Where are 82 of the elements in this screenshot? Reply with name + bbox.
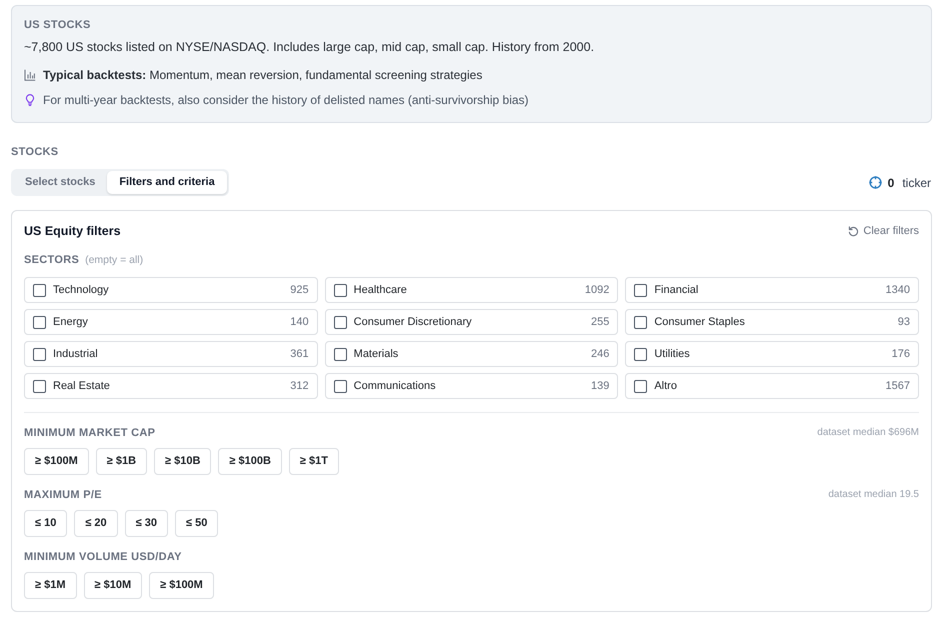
tab[interactable]: Filters and criteria — [107, 171, 227, 194]
filter-option[interactable]: ≤ 50 — [175, 510, 218, 537]
ticker-count: 0 — [888, 174, 894, 190]
sector-option[interactable]: Consumer Discretionary 255 — [324, 309, 618, 335]
filter-option[interactable]: ≥ $10B — [154, 448, 212, 475]
filter-option[interactable]: ≤ 10 — [24, 510, 68, 537]
tab[interactable]: Select stocks — [13, 171, 108, 194]
section-label: STOCKS — [11, 145, 58, 159]
median-note: dataset median $696M — [817, 426, 919, 440]
checkbox[interactable] — [334, 348, 347, 360]
sector-option[interactable]: Consumer Staples 93 — [625, 309, 919, 335]
filter-option[interactable]: ≥ $1M — [24, 572, 76, 599]
sector-count: 255 — [590, 315, 610, 329]
sector-name: Consumer Staples — [654, 315, 745, 329]
checkbox[interactable] — [33, 348, 46, 360]
checkbox[interactable] — [634, 316, 648, 328]
filter-option[interactable]: ≥ $100M — [149, 572, 214, 599]
checkbox[interactable] — [634, 284, 648, 296]
sector-option[interactable]: Real Estate 312 — [24, 373, 318, 399]
checkbox[interactable] — [334, 316, 347, 328]
clear-filters-button[interactable]: Clear filters — [848, 224, 919, 238]
sector-name: Healthcare — [354, 283, 407, 297]
filter-option[interactable]: ≥ $100B — [218, 448, 282, 475]
sector-count: 139 — [590, 379, 610, 393]
filter-option[interactable]: ≥ $1B — [96, 448, 148, 475]
lightbulb-icon — [24, 94, 36, 106]
note-text: Typical backtests: Momentum, mean reversion, fundamental screening strategies — [43, 67, 482, 84]
sector-name: Utilities — [654, 347, 690, 361]
sector-option[interactable]: Industrial 361 — [24, 341, 318, 367]
section-label: MINIMUM VOLUME USD/DAY — [24, 550, 182, 564]
filter-option[interactable]: ≤ 20 — [74, 510, 118, 537]
sector-option[interactable]: Altro 1567 — [625, 373, 919, 399]
sector-option[interactable]: Healthcare 1092 — [324, 277, 618, 303]
card-title: US STOCKS — [24, 18, 91, 32]
checkbox[interactable] — [334, 284, 347, 296]
sector-count: 361 — [290, 347, 309, 361]
filter-option[interactable]: ≥ $100M — [24, 448, 89, 475]
sector-name: Financial — [654, 283, 698, 297]
sector-name: Consumer Discretionary — [354, 315, 472, 329]
tip-text: For multi-year backtests, also consider the history of delisted names (anti-survivorship bias) — [43, 92, 529, 109]
section-label: SECTORS — [24, 253, 80, 267]
ticker-label: ticker — [902, 174, 931, 190]
card-title: US Equity filters — [24, 223, 121, 239]
description-text: ~7,800 US stocks listed on NYSE/NASDAQ. Includes large cap, mid cap, small cap. History from 2000. — [24, 39, 594, 56]
checkbox[interactable] — [334, 380, 347, 392]
sector-name: Materials — [354, 347, 398, 361]
filter-option[interactable]: ≥ $1T — [288, 448, 339, 475]
sector-count: 312 — [290, 379, 309, 393]
sector-name: Altro — [654, 379, 677, 393]
sector-count: 925 — [290, 283, 309, 297]
checkbox[interactable] — [33, 380, 46, 392]
checkbox[interactable] — [33, 316, 46, 328]
sector-count: 246 — [590, 347, 610, 361]
filter-option[interactable]: ≥ $10M — [84, 572, 142, 599]
sector-count: 140 — [290, 315, 309, 329]
checkbox[interactable] — [33, 284, 46, 296]
checkbox[interactable] — [634, 380, 648, 392]
filter-option[interactable]: ≤ 30 — [124, 510, 168, 537]
sector-option[interactable]: Energy 140 — [24, 309, 318, 335]
section-label: MINIMUM MARKET CAP — [24, 426, 156, 440]
sector-name: Energy — [53, 315, 88, 329]
sector-name: Technology — [53, 283, 109, 297]
section-label: MAXIMUM P/E — [24, 488, 102, 502]
median-note: dataset median 19.5 — [828, 488, 919, 502]
sector-name: Communications — [354, 379, 436, 393]
sector-count: 176 — [892, 347, 910, 361]
hint-text: (empty = all) — [85, 253, 144, 267]
crosshair-icon — [868, 176, 882, 189]
sector-count: 1340 — [886, 283, 910, 297]
bar-chart-icon — [24, 69, 36, 81]
sector-name: Industrial — [53, 347, 98, 361]
reset-icon — [848, 226, 860, 236]
sector-option[interactable]: Financial 1340 — [625, 277, 919, 303]
sector-option[interactable]: Materials 246 — [324, 341, 618, 367]
sector-count: 1567 — [886, 379, 910, 393]
sector-option[interactable]: Technology 925 — [24, 277, 318, 303]
sector-count: 1092 — [584, 283, 610, 297]
sector-option[interactable]: Utilities 176 — [625, 341, 919, 367]
sector-option[interactable]: Communications 139 — [324, 373, 618, 399]
checkbox[interactable] — [634, 348, 648, 360]
sector-count: 93 — [898, 315, 910, 329]
sector-name: Real Estate — [53, 379, 110, 393]
